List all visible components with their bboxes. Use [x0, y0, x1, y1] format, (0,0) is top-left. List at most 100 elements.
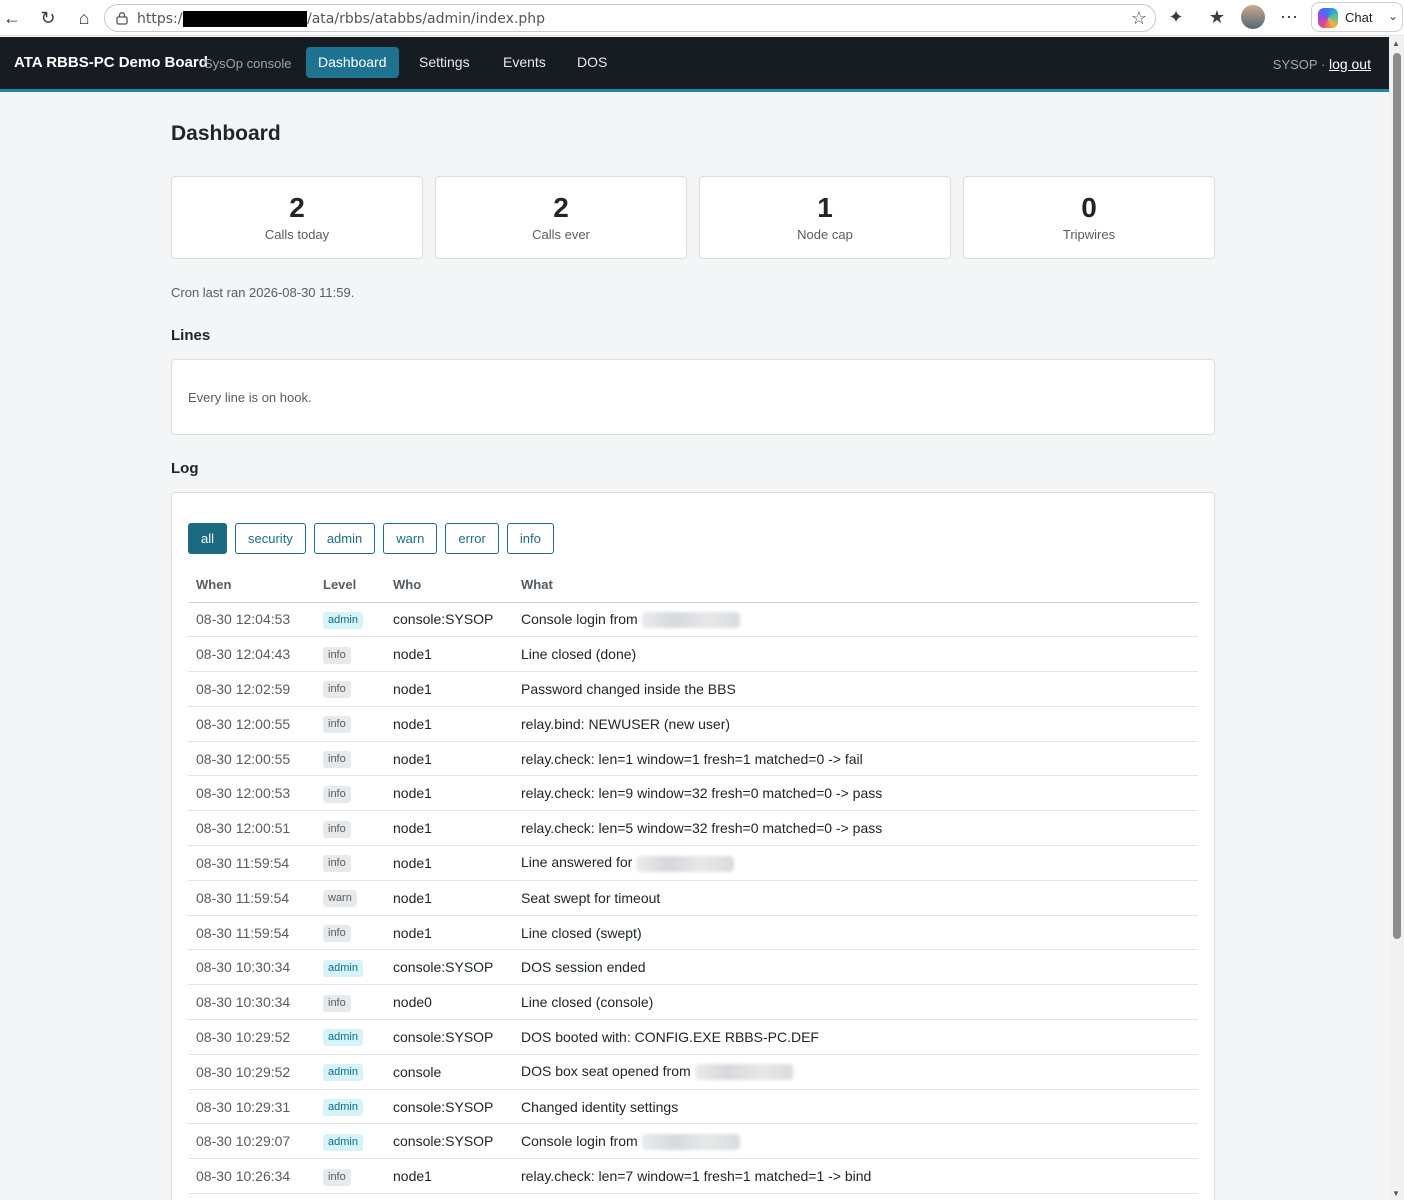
favorite-star-icon[interactable]: ☆ [1131, 8, 1147, 29]
table-row: 08-30 12:04:53 admin console:SYSOP Console … [188, 602, 1198, 638]
log-level-cell: info [315, 984, 385, 1021]
log-table-header: When Level Who What [188, 567, 1198, 603]
table-row: 08-30 10:30:34 info node0 Line closed (cons… [188, 984, 1198, 1021]
log-what: Line closed (done) [521, 646, 637, 663]
brand-subtitle: SysOp console [204, 56, 292, 71]
scroll-down-arrow-icon[interactable]: ▼ [1392, 1189, 1400, 1198]
more-menu-icon[interactable]: ⋯ [1277, 5, 1301, 29]
log-level-cell: info [315, 1158, 385, 1195]
level-badge: admin [323, 611, 363, 629]
address-bar[interactable]: https:// /ata/rbbs/atabbs/admin/index.ph… [104, 4, 1156, 32]
reload-icon[interactable]: ↻ [36, 6, 60, 30]
nav-dashboard[interactable]: Dashboard [306, 47, 399, 78]
log-what-cell: relay.check: len=7 window=1 fresh=1 matc… [513, 1158, 1198, 1195]
log-when: 08-30 11:59:54 [188, 880, 315, 916]
user-area: SYSOP · log out [1273, 56, 1371, 72]
log-level-cell: info [315, 810, 385, 847]
log-what-cell: Line closed (console) [513, 984, 1198, 1021]
log-what: Line answered for [521, 854, 633, 871]
log-heading: Log [171, 460, 199, 477]
level-badge: info [323, 785, 351, 803]
table-row: 08-30 11:59:54 info node1 Line answered for [188, 845, 1198, 881]
log-who: node1 [385, 706, 513, 742]
level-badge: admin [323, 1064, 363, 1082]
level-badge: warn [323, 890, 357, 908]
home-icon[interactable]: ⌂ [72, 6, 96, 30]
log-when: 08-30 11:59:54 [188, 845, 315, 881]
table-row: 08-30 10:30:34 admin console:SYSOP DOS sess… [188, 949, 1198, 986]
log-level-cell: admin [315, 949, 385, 986]
stat-label: Node cap [797, 227, 853, 242]
log-who: node1 [385, 1158, 513, 1195]
chat-button[interactable]: Chat ⌄ [1311, 2, 1403, 32]
log-level-cell: admin [315, 602, 385, 638]
level-badge: info [323, 994, 351, 1012]
log-who: node1 [385, 636, 513, 673]
favorites-icon[interactable]: ★ [1205, 5, 1229, 29]
filter-security-button[interactable]: security [235, 523, 306, 554]
log-when: 08-30 10:30:34 [188, 984, 315, 1021]
log-what: relay.check: len=5 window=32 fresh=0 mat… [521, 820, 883, 837]
stat-card-calls-today: 2 Calls today [171, 176, 423, 259]
log-level-cell: info [315, 636, 385, 673]
cron-status: Cron last ran 2026-08-30 11:59. [171, 285, 355, 300]
table-row: 08-30 12:02:59 info node1 Password changed … [188, 671, 1198, 707]
log-what: Line closed (swept) [521, 924, 642, 941]
redacted-ip-address [641, 612, 740, 629]
log-level-cell: info [315, 741, 385, 777]
profile-avatar[interactable] [1241, 5, 1265, 29]
stat-card-tripwires: 0 Tripwires [963, 176, 1215, 259]
log-what-cell: DOS box seat opened from [513, 1054, 1198, 1090]
level-badge: admin [323, 1029, 363, 1047]
log-what-cell: DOS booted with: CONFIG.EXE RBBS-PC.DEF [513, 1019, 1198, 1055]
level-badge: info [323, 820, 351, 838]
stat-value: 1 [817, 192, 833, 223]
back-arrow-icon[interactable]: ← [0, 6, 24, 30]
log-when: 08-30 10:29:52 [188, 1054, 315, 1090]
log-when: 08-30 12:00:55 [188, 741, 315, 777]
nav-events[interactable]: Events [491, 47, 558, 78]
level-badge: info [323, 716, 351, 734]
redacted-ip-address [641, 1134, 740, 1150]
extensions-icon[interactable]: ✦ [1164, 5, 1188, 29]
log-when: 08-30 12:04:53 [188, 602, 315, 638]
log-who: node1 [385, 880, 513, 916]
nav-dos[interactable]: DOS [565, 47, 619, 78]
level-badge: info [323, 646, 351, 664]
filter-warn-button[interactable]: warn [383, 523, 438, 554]
log-level-cell: admin [315, 1054, 385, 1090]
scrollbar-thumb[interactable] [1393, 53, 1401, 939]
table-row: 08-30 10:26:34 info node1 relay.check: len=… [188, 1158, 1198, 1195]
log-what-cell: DOS session ended [513, 949, 1198, 986]
log-filter-group: all security admin warn error info [188, 523, 554, 554]
log-who: node1 [385, 810, 513, 847]
stat-value: 0 [1081, 192, 1097, 223]
scroll-up-arrow-icon[interactable]: ▲ [1392, 39, 1400, 48]
table-row: 08-30 12:00:51 info node1 relay.check: len=… [188, 810, 1198, 847]
log-when: 08-30 10:26:34 [188, 1158, 315, 1195]
log-who: node0 [385, 984, 513, 1021]
filter-all-button[interactable]: all [188, 523, 228, 554]
filter-info-button[interactable]: info [506, 523, 554, 554]
stat-card-calls-ever: 2 Calls ever [435, 176, 687, 259]
redacted-ip-address [636, 855, 735, 872]
nav-settings[interactable]: Settings [407, 47, 482, 78]
brand-title: ATA RBBS-PC Demo Board [14, 54, 208, 71]
stat-value: 2 [289, 192, 305, 223]
log-who: node1 [385, 671, 513, 707]
table-row: 08-30 10:29:52 admin console:SYSOP DOS boot… [188, 1019, 1198, 1055]
url-redaction [183, 11, 307, 27]
log-when: 08-30 10:29:31 [188, 1089, 315, 1125]
logout-link[interactable]: log out [1329, 56, 1371, 72]
page-scrollbar[interactable]: ▲ ▼ [1389, 37, 1404, 1200]
filter-error-button[interactable]: error [445, 523, 499, 554]
level-badge: info [323, 681, 351, 699]
filter-admin-button[interactable]: admin [313, 523, 376, 554]
url-path: /ata/rbbs/atabbs/admin/index.php [307, 11, 546, 27]
column-header-what: What [513, 567, 1198, 603]
app-header: ATA RBBS-PC Demo Board SysOp console Das… [0, 37, 1389, 92]
log-level-cell: admin [315, 1123, 385, 1160]
log-what: DOS box seat opened from [521, 1063, 691, 1080]
log-panel: all security admin warn error info When … [171, 492, 1215, 1200]
chevron-down-icon: ⌄ [1388, 9, 1399, 23]
